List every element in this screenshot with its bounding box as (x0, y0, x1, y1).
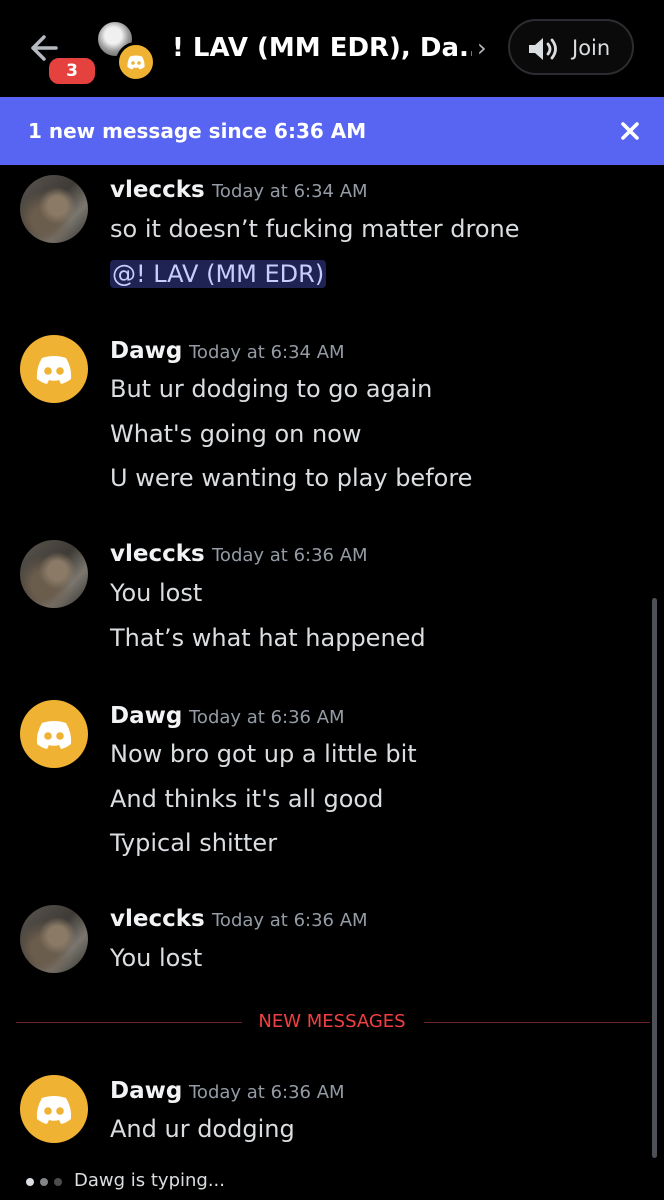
message-line: @! LAV (MM EDR) (110, 258, 327, 290)
message-author[interactable]: vleccks (110, 175, 205, 205)
message-line: U were wanting to play before (110, 464, 473, 492)
user-avatar[interactable] (20, 335, 88, 403)
discord-logo-icon (36, 1096, 72, 1124)
user-avatar[interactable] (20, 905, 88, 973)
message-author[interactable]: vleccks (110, 539, 205, 569)
message-line: What's going on now (110, 420, 362, 448)
new-messages-divider-line (424, 1022, 650, 1023)
message-author[interactable]: Dawg (110, 336, 182, 366)
user-avatar[interactable] (20, 175, 88, 243)
channel-title[interactable]: ! LAV (MM EDR), Da... (172, 28, 472, 68)
user-avatar[interactable] (20, 540, 88, 608)
message-timestamp: Today at 6:36 AM (212, 910, 368, 931)
message-timestamp: Today at 6:36 AM (189, 1082, 345, 1103)
message-line: so it doesn’t fucking matter drone (110, 215, 520, 243)
message-timestamp: Today at 6:34 AM (212, 181, 368, 202)
message-line: You lost (110, 944, 203, 972)
message-line: And ur dodging (110, 1115, 295, 1143)
chevron-right-icon[interactable]: › (477, 33, 487, 63)
speaker-icon (529, 38, 557, 60)
message-author[interactable]: Dawg (110, 1076, 182, 1106)
user-avatar[interactable] (20, 1075, 88, 1143)
message-line: That’s what hat happened (110, 624, 426, 652)
message-line: You lost (110, 579, 203, 607)
message-line: But ur dodging to go again (110, 375, 433, 403)
message-line: Now bro got up a little bit (110, 740, 417, 768)
scrollbar[interactable] (652, 598, 657, 1158)
chat-header: 3 ! LAV (MM EDR), Da... › Join (0, 0, 664, 97)
typing-text: Dawg is typing... (74, 1170, 225, 1191)
message-author[interactable]: Dawg (110, 701, 182, 731)
group-member-avatar-discord (116, 42, 156, 82)
message-timestamp: Today at 6:36 AM (189, 707, 345, 728)
discord-logo-icon (36, 356, 72, 384)
message-timestamp: Today at 6:34 AM (189, 342, 345, 363)
message-author[interactable]: vleccks (110, 904, 205, 934)
message-line: Typical shitter (110, 829, 278, 857)
message-line: And thinks it's all good (110, 785, 384, 813)
new-messages-text: 1 new message since 6:36 AM (28, 119, 367, 143)
new-messages-bar[interactable]: 1 new message since 6:36 AM (0, 97, 664, 165)
unread-count-badge: 3 (46, 55, 98, 87)
discord-logo-icon (127, 55, 145, 70)
join-label: Join (572, 36, 611, 60)
message-timestamp: Today at 6:36 AM (212, 545, 368, 566)
user-mention[interactable]: @! LAV (MM EDR) (110, 260, 327, 288)
typing-dots-icon (26, 1178, 68, 1186)
discord-logo-icon (36, 721, 72, 749)
join-call-button[interactable]: Join (508, 19, 634, 75)
user-avatar[interactable] (20, 700, 88, 768)
close-icon[interactable] (614, 115, 646, 147)
